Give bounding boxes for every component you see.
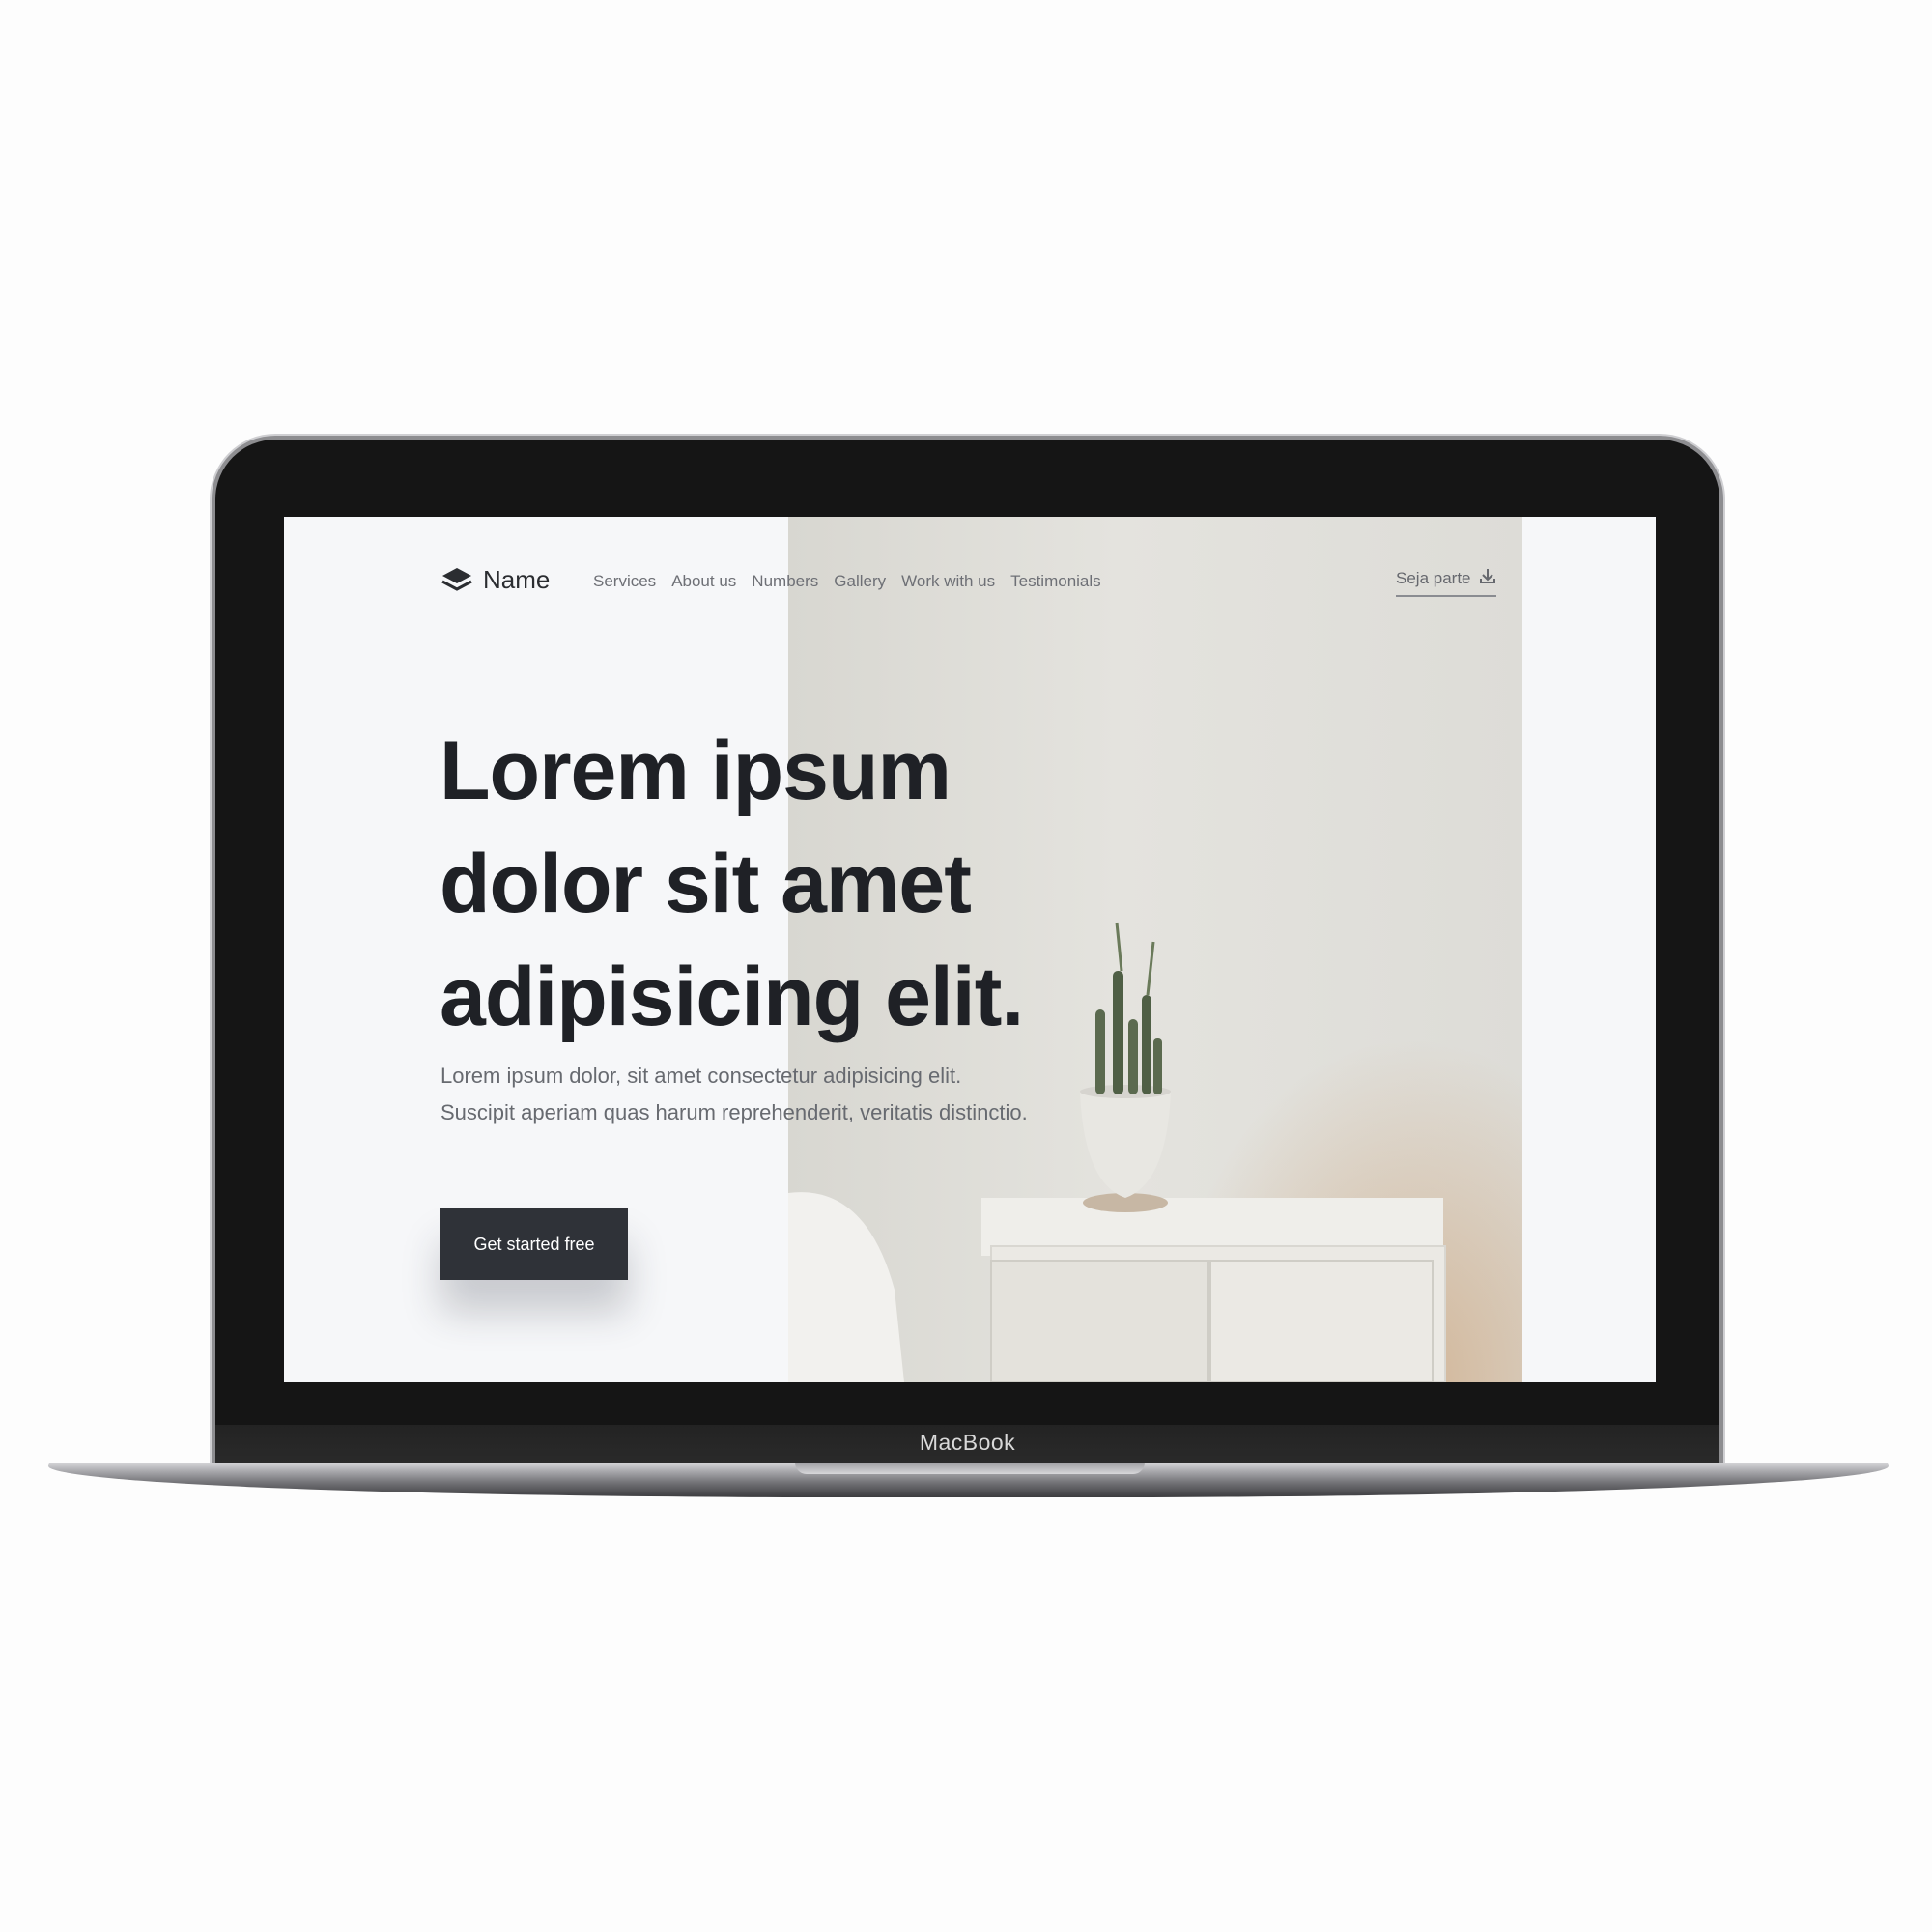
nav-item-services[interactable]: Services <box>593 572 656 591</box>
main-nav: Services About us Numbers Gallery Work w… <box>593 572 1101 591</box>
nav-item-gallery[interactable]: Gallery <box>834 572 886 591</box>
site-logo[interactable]: Name <box>440 565 550 595</box>
nav-item-about-us[interactable]: About us <box>671 572 736 591</box>
hero-subtitle-line: Suscipit aperiam quas harum reprehenderi… <box>440 1100 1028 1124</box>
hero-title-line: adipisicing elit. <box>440 951 1024 1043</box>
join-link[interactable]: Seja parte <box>1396 567 1496 597</box>
laptop-chin: MacBook <box>215 1425 1719 1463</box>
nav-item-testimonials[interactable]: Testimonials <box>1010 572 1101 591</box>
logo-name: Name <box>483 565 551 594</box>
hero-title-line: dolor sit amet <box>440 838 972 930</box>
mockup-stage: MacBook Name Services About us Numbers G… <box>0 0 1932 1932</box>
hero-title-line: Lorem ipsum <box>440 724 952 817</box>
hero-title: Lorem ipsum dolor sit amet adipisicing e… <box>440 715 1116 1054</box>
nav-item-numbers[interactable]: Numbers <box>752 572 818 591</box>
hero-subtitle: Lorem ipsum dolor, sit amet consectetur … <box>440 1058 1136 1131</box>
screen-right-margin <box>1522 517 1656 1382</box>
laptop-brand-label: MacBook <box>919 1430 1016 1455</box>
join-link-label: Seja parte <box>1396 568 1471 587</box>
laptop-hinge-notch <box>795 1463 1145 1474</box>
download-icon <box>1479 567 1496 589</box>
get-started-button[interactable]: Get started free <box>440 1208 628 1280</box>
nav-item-work-with-us[interactable]: Work with us <box>901 572 995 591</box>
laptop-screen: Name Services About us Numbers Gallery W… <box>284 517 1656 1382</box>
hero-subtitle-line: Lorem ipsum dolor, sit amet consectetur … <box>440 1064 962 1088</box>
layers-icon <box>440 566 473 595</box>
